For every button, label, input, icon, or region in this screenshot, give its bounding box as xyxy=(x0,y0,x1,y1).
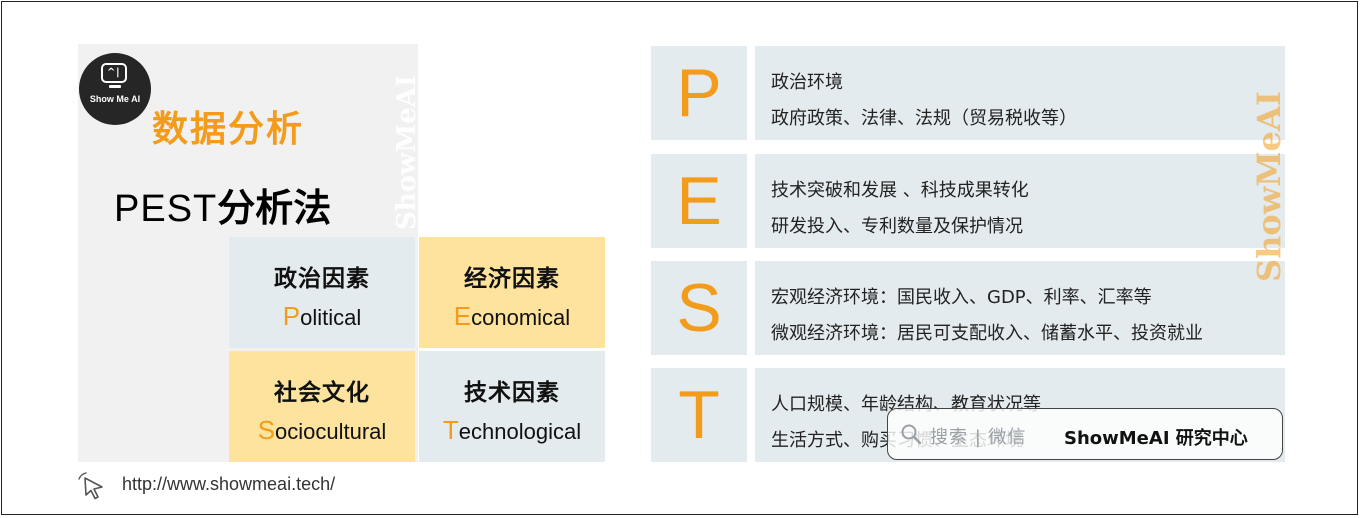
quadrant-en-label: Sociocultural xyxy=(257,415,387,445)
pest-row-sociocultural: S 宏观经济环境：国民收入、GDP、利率、汇率等 微观经济环境：居民可支配收入、… xyxy=(651,261,1285,355)
quadrant-en-label: Political xyxy=(282,301,362,331)
pest-letter: P xyxy=(651,46,747,140)
pest-line-2: 政府政策、法律、法规（贸易税收等） xyxy=(771,108,1077,129)
quadrant-cn-label: 经济因素 xyxy=(464,266,560,292)
pest-row-economical: E 技术突破和发展 、科技成果转化 研发投入、专利数量及保护情况 xyxy=(651,154,1285,248)
search-badge[interactable]: 搜索 | 微信 ShowMeAI 研究中心 xyxy=(887,408,1283,460)
subtitle-cn: 分析法 xyxy=(217,186,332,230)
quadrant-political: 政治因素 Political xyxy=(229,237,415,348)
left-watermark-text: ShowMeAI xyxy=(393,75,422,230)
pest-description: 政治环境 政府政策、法律、法规（贸易税收等） xyxy=(755,46,1285,140)
badge-watermark-text: 搜索 | 微信 xyxy=(930,427,1027,448)
page-subtitle: PEST分析法 xyxy=(114,177,331,232)
badge-brand-text: ShowMeAI 研究中心 xyxy=(1064,428,1248,449)
pest-line-2: 研发投入、专利数量及保护情况 xyxy=(771,216,1023,237)
quadrant-en-label: Technological xyxy=(442,415,582,445)
cursor-click-icon xyxy=(78,472,103,500)
quadrant-cn-label: 政治因素 xyxy=(274,266,370,292)
pest-row-political: P 政治环境 政府政策、法律、法规（贸易税收等） xyxy=(651,46,1285,140)
right-vertical-watermark: ShowMeAI xyxy=(1252,91,1288,282)
pest-letter: T xyxy=(651,368,747,462)
pest-description: 技术突破和发展 、科技成果转化 研发投入、专利数量及保护情况 xyxy=(755,154,1285,248)
quadrant-cn-label: 技术因素 xyxy=(464,380,560,406)
pest-line-1: 技术突破和发展 、科技成果转化 xyxy=(771,180,1029,201)
subtitle-latin: PEST xyxy=(114,188,218,230)
quadrant-en-label: Economical xyxy=(453,301,571,331)
pest-line-1: 宏观经济环境：国民收入、GDP、利率、汇率等 xyxy=(771,287,1152,308)
robot-stand-icon xyxy=(109,85,121,88)
page-title: 数据分析 xyxy=(152,109,305,150)
logo-text: Show Me AI xyxy=(89,94,141,104)
quadrant-technological: 技术因素 Technological xyxy=(419,351,605,462)
showmeai-logo: ^ | Show Me AI xyxy=(79,53,151,125)
pest-line-2: 微观经济环境：居民可支配收入、储蓄水平、投资就业 xyxy=(771,323,1203,344)
robot-screen-icon: ^ | xyxy=(101,63,127,83)
search-icon xyxy=(901,424,922,445)
pest-description: 宏观经济环境：国民收入、GDP、利率、汇率等 微观经济环境：居民可支配收入、储蓄… xyxy=(755,261,1285,355)
website-link[interactable]: http://www.showmeai.tech/ xyxy=(122,474,335,495)
quadrant-economical: 经济因素 Economical xyxy=(419,237,605,348)
pest-letter: E xyxy=(651,154,747,248)
right-watermark-text: ShowMeAI xyxy=(1252,91,1288,282)
quadrant-cn-label: 社会文化 xyxy=(274,380,370,406)
left-vertical-watermark: ShowMeAI xyxy=(393,75,422,230)
pest-letter: S xyxy=(651,261,747,355)
quadrant-sociocultural: 社会文化 Sociocultural xyxy=(229,351,415,462)
pest-line-1: 政治环境 xyxy=(771,72,843,93)
